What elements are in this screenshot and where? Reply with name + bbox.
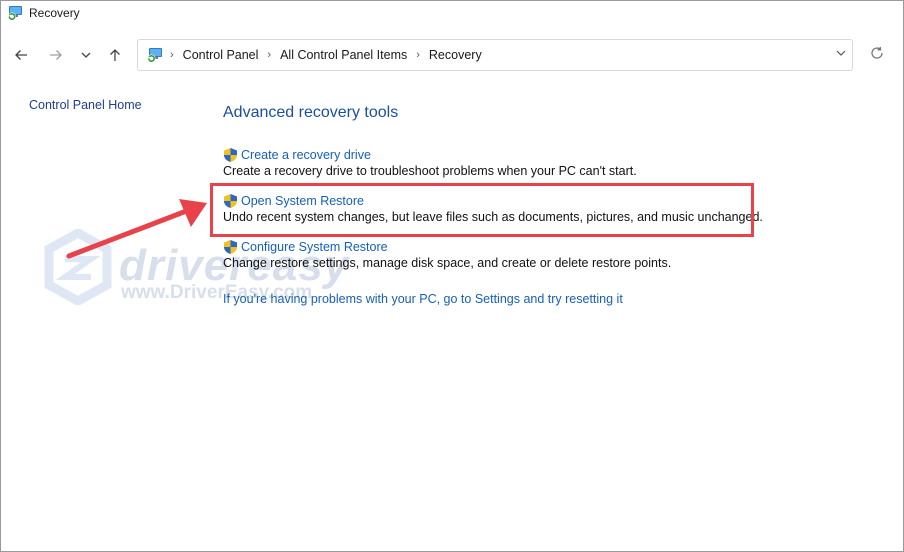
uac-shield-icon: [223, 239, 238, 255]
chevron-down-icon: [835, 46, 847, 64]
address-history-dropdown[interactable]: [832, 46, 850, 64]
item-label[interactable]: Create a recovery drive: [241, 148, 371, 162]
highlight-box: [210, 183, 754, 237]
forward-button[interactable]: [44, 43, 68, 67]
chevron-down-icon: [80, 49, 92, 61]
chevron-right-icon: ›: [170, 49, 174, 61]
configure-system-restore-link[interactable]: Configure System Restore: [223, 239, 388, 255]
refresh-button[interactable]: [867, 45, 887, 65]
breadcrumb-recovery[interactable]: Recovery: [429, 48, 482, 62]
up-button[interactable]: [103, 43, 127, 67]
arrow-left-icon: [13, 47, 29, 63]
control-panel-recovery-icon: [7, 5, 24, 21]
annotation-arrow-icon: [61, 193, 211, 268]
reset-pc-settings-link[interactable]: If you're having problems with your PC, …: [223, 292, 623, 306]
chevron-right-icon: ›: [416, 49, 420, 61]
create-recovery-drive-link[interactable]: Create a recovery drive: [223, 147, 371, 163]
window-title: Recovery: [29, 6, 80, 20]
control-panel-icon: [146, 47, 164, 63]
back-button[interactable]: [9, 43, 33, 67]
page-title: Advanced recovery tools: [223, 104, 399, 121]
arrow-up-icon: [107, 47, 123, 63]
address-bar[interactable]: › Control Panel › All Control Panel Item…: [137, 39, 853, 71]
chevron-right-icon: ›: [267, 49, 272, 61]
control-panel-home-link[interactable]: Control Panel Home: [29, 98, 142, 112]
breadcrumb-control-panel[interactable]: Control Panel: [183, 48, 259, 62]
arrow-right-icon: [48, 47, 64, 63]
breadcrumb-all-items[interactable]: All Control Panel Items: [280, 48, 407, 62]
recent-locations-button[interactable]: [74, 43, 98, 67]
item-description: Create a recovery drive to troubleshoot …: [223, 164, 637, 178]
refresh-icon: [869, 45, 885, 66]
recovery-window: Recovery › Control Panel › All Control P…: [0, 0, 904, 552]
breadcrumb: › Control Panel › All Control Panel Item…: [168, 40, 482, 70]
item-description: Change restore settings, manage disk spa…: [223, 256, 672, 270]
item-label[interactable]: Configure System Restore: [241, 240, 388, 254]
uac-shield-icon: [223, 147, 238, 163]
title-bar: Recovery: [1, 1, 903, 27]
navigation-bar: › Control Panel › All Control Panel Item…: [1, 37, 903, 73]
